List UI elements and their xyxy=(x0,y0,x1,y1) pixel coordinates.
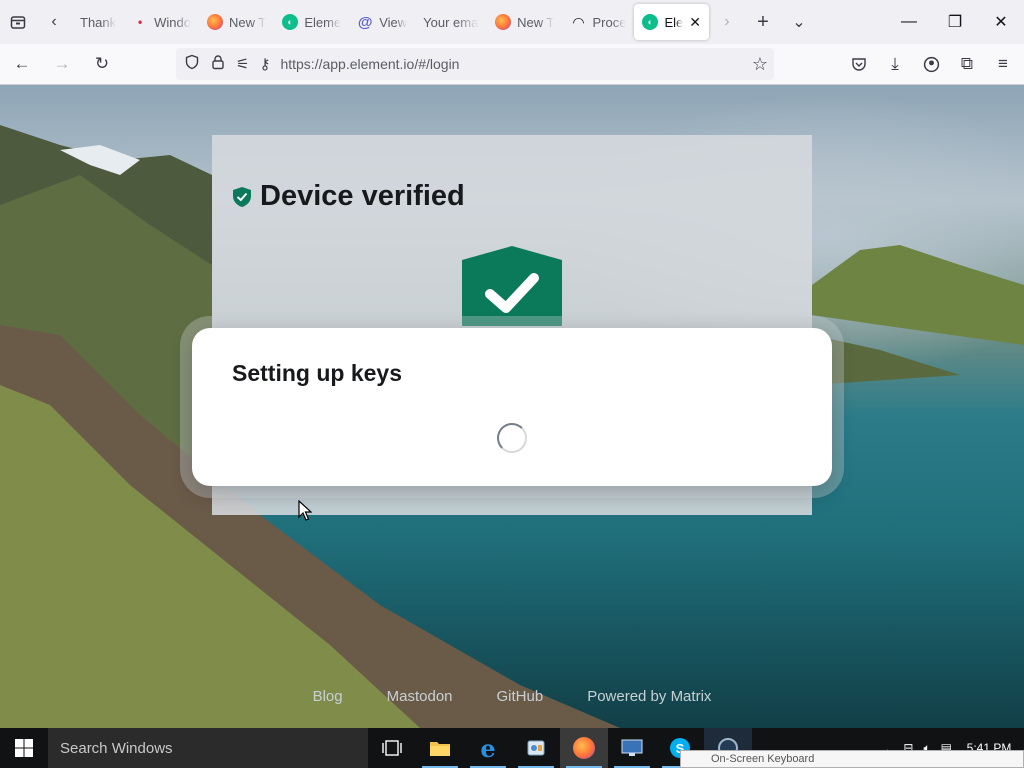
internet-explorer-icon: e xyxy=(480,733,496,763)
footer-link-blog[interactable]: Blog xyxy=(313,688,343,705)
search-placeholder: Search Windows xyxy=(60,739,173,757)
minimize-icon[interactable]: — xyxy=(886,0,932,44)
tab-new-tab-1[interactable]: New T xyxy=(199,4,274,40)
downloads-icon[interactable]: ⤓ xyxy=(880,48,910,80)
restore-icon[interactable]: ❐ xyxy=(932,0,978,44)
setting-up-keys-dialog: Setting up keys xyxy=(192,328,832,486)
tab-element-active[interactable]: ◐ Ele ✕ xyxy=(634,4,709,40)
tracking-protection-shield-icon[interactable] xyxy=(184,54,200,74)
bookmark-star-icon[interactable]: ☆ xyxy=(752,54,768,75)
tab-thank[interactable]: Thank xyxy=(72,4,124,40)
tab-new-tab-2[interactable]: New T xyxy=(487,4,562,40)
footer-link-powered-by-matrix[interactable]: Powered by Matrix xyxy=(587,688,711,705)
taskbar-remote-desktop[interactable] xyxy=(608,728,656,768)
gauge-icon: ◠ xyxy=(573,13,584,30)
close-tab-icon[interactable]: ✕ xyxy=(689,14,701,31)
verified-title-text: Device verified xyxy=(260,180,465,212)
element-icon: ◐ xyxy=(642,14,659,30)
permissions-icon[interactable]: ⚟ xyxy=(236,55,249,73)
pocket-icon[interactable] xyxy=(844,48,874,80)
forward-icon[interactable]: → xyxy=(44,48,80,80)
footer-link-mastodon[interactable]: Mastodon xyxy=(387,688,453,705)
menu-icon[interactable]: ≡ xyxy=(988,48,1018,80)
device-verified-heading: Device verified xyxy=(232,180,465,213)
start-button[interactable] xyxy=(0,728,48,768)
footer-links: Blog Mastodon GitHub Powered by Matrix xyxy=(0,688,1024,705)
close-window-icon[interactable]: ✕ xyxy=(978,0,1024,44)
taskbar-control-panel[interactable] xyxy=(512,728,560,768)
new-tab-icon[interactable]: + xyxy=(745,4,781,40)
tab-your-email[interactable]: Your emai xyxy=(415,4,487,40)
url-text[interactable]: https://app.element.io/#/login xyxy=(280,56,459,72)
scroll-tabs-left-icon[interactable]: ‹ xyxy=(36,4,72,40)
on-screen-keyboard-window[interactable]: On-Screen Keyboard xyxy=(680,750,1024,768)
loading-spinner-icon xyxy=(497,423,527,453)
lock-icon[interactable] xyxy=(210,54,226,74)
dialog-title: Setting up keys xyxy=(232,360,402,386)
url-bar[interactable]: ⚟ ⚷ https://app.element.io/#/login ☆ xyxy=(176,48,774,80)
at-sign-icon: @ xyxy=(357,13,373,31)
windows-logo-icon xyxy=(15,739,33,757)
firefox-icon xyxy=(207,14,223,30)
taskbar-search-input[interactable]: Search Windows xyxy=(48,728,368,768)
tab-windows[interactable]: • Windo xyxy=(124,4,199,40)
mouse-cursor-icon xyxy=(298,500,312,521)
windows-favicon-icon: • xyxy=(138,15,143,29)
task-view-button[interactable] xyxy=(368,728,416,768)
on-screen-keyboard-title: On-Screen Keyboard xyxy=(711,753,815,765)
account-icon[interactable] xyxy=(916,48,946,80)
verified-shield-icon xyxy=(233,186,251,207)
extensions-icon[interactable]: ⧉ xyxy=(952,48,982,80)
task-view-icon xyxy=(382,740,402,756)
firefox-icon xyxy=(573,737,595,759)
firefox-icon xyxy=(495,14,512,30)
reload-icon[interactable]: ↻ xyxy=(84,48,120,80)
key-icon[interactable]: ⚷ xyxy=(259,55,270,73)
taskbar-firefox[interactable] xyxy=(560,728,608,768)
navigation-toolbar: ← → ↻ ⚟ ⚷ https://app.element.io/#/login… xyxy=(0,44,1024,85)
tab-overview-icon[interactable] xyxy=(0,4,36,40)
control-panel-icon xyxy=(527,740,545,756)
tab-process[interactable]: ◠ Proce xyxy=(562,4,634,40)
page-content: Device verified Setting up keys Blog Mas… xyxy=(0,85,1024,728)
tab-strip: ‹ Thank • Windo New T ◐ Eleme @ View You… xyxy=(0,0,1024,44)
folder-icon xyxy=(430,742,450,756)
list-all-tabs-icon[interactable]: ⌄ xyxy=(781,4,817,40)
tab-view[interactable]: @ View xyxy=(349,4,415,40)
monitor-icon xyxy=(621,739,643,756)
back-icon[interactable]: ← xyxy=(4,48,40,80)
footer-link-github[interactable]: GitHub xyxy=(497,688,544,705)
element-icon: ◐ xyxy=(282,14,299,30)
large-verified-shield-icon xyxy=(462,246,562,326)
taskbar-file-explorer[interactable] xyxy=(416,728,464,768)
scroll-tabs-right-icon[interactable]: › xyxy=(709,4,745,40)
taskbar-internet-explorer[interactable]: e xyxy=(464,728,512,768)
tab-element-1[interactable]: ◐ Eleme xyxy=(274,4,349,40)
